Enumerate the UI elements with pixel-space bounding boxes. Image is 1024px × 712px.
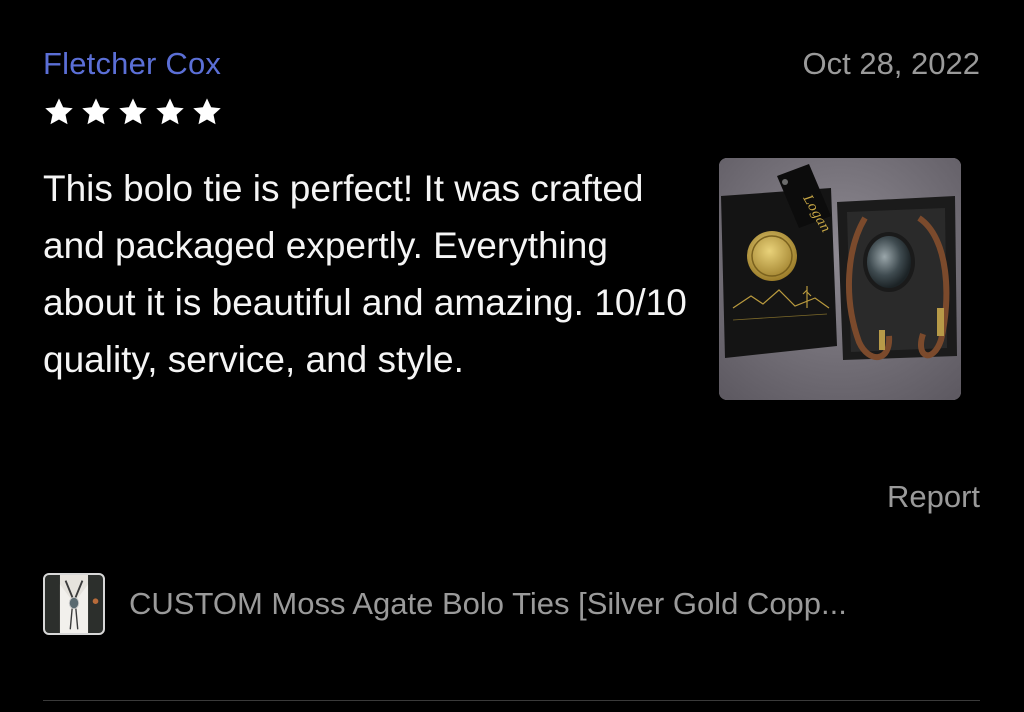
- review-text: This bolo tie is perfect! It was crafted…: [43, 168, 687, 380]
- star-icon: [119, 98, 147, 125]
- star-rating: [43, 96, 223, 128]
- report-link[interactable]: Report: [887, 479, 980, 515]
- reviewer-name[interactable]: Fletcher Cox: [43, 46, 221, 82]
- product-link[interactable]: CUSTOM Moss Agate Bolo Ties [Silver Gold…: [43, 572, 980, 636]
- divider: [43, 700, 980, 701]
- product-thumbnail[interactable]: [43, 573, 105, 635]
- bolo-tie-photo-icon: Logan: [719, 158, 961, 400]
- bolo-tie-model-icon: [45, 575, 103, 633]
- star-icon: [193, 98, 221, 125]
- star-icon: [156, 98, 184, 125]
- star-icon: [82, 98, 110, 125]
- review-photo[interactable]: Logan: [719, 158, 961, 400]
- star-icon: [45, 98, 73, 125]
- review-date: Oct 28, 2022: [802, 46, 980, 81]
- product-title[interactable]: CUSTOM Moss Agate Bolo Ties [Silver Gold…: [129, 586, 847, 622]
